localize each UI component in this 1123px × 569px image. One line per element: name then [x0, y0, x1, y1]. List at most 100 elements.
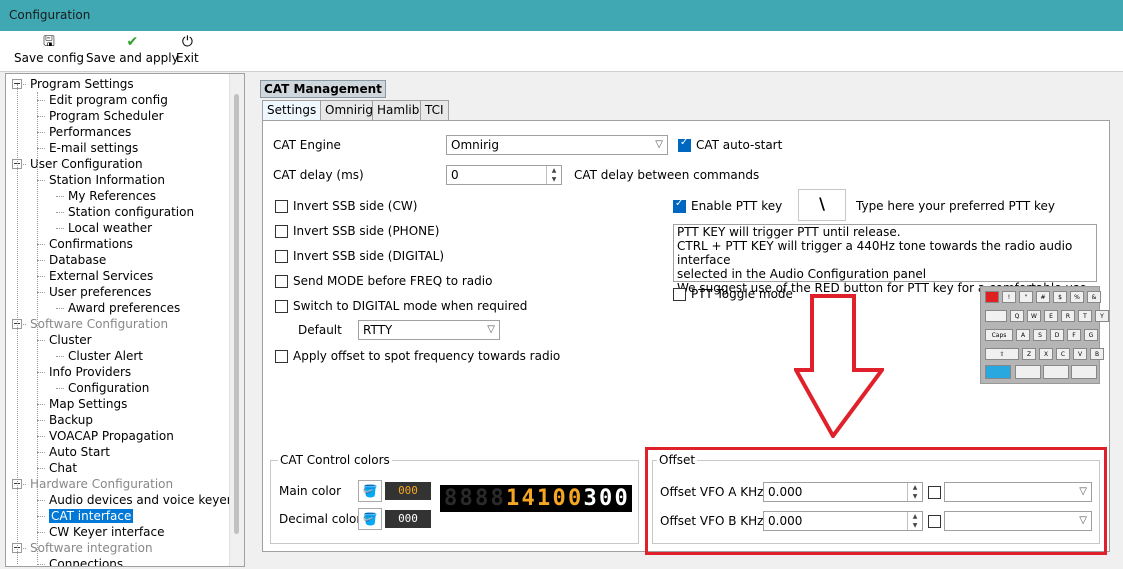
- switch-digital-checkbox[interactable]: [275, 300, 288, 313]
- keyboard-key: B: [1090, 348, 1104, 360]
- cat-autostart-label: CAT auto-start: [696, 138, 783, 152]
- tab-settings[interactable]: Settings: [262, 100, 322, 122]
- invert-ssb-phone-checkbox[interactable]: [275, 225, 288, 238]
- invert-ssb-phone-label: Invert SSB side (PHONE): [293, 224, 440, 238]
- cat-delay-input[interactable]: 0 ▲ ▼: [446, 165, 562, 185]
- save-config-button[interactable]: 🖫 Save config: [14, 33, 84, 65]
- save-icon: 🖫: [43, 34, 55, 50]
- ptt-toggle-checkbox[interactable]: [673, 288, 686, 301]
- tree-item[interactable]: Performances: [49, 124, 131, 140]
- switch-digital-label: Switch to DIGITAL mode when required: [293, 299, 528, 313]
- tree-scrollbar[interactable]: [229, 74, 244, 566]
- tree-item[interactable]: Program Settings: [30, 76, 134, 92]
- spinner-arrows-icon[interactable]: ▲ ▼: [546, 166, 561, 184]
- exit-button[interactable]: ⏻ Exit: [176, 33, 199, 65]
- display-digit: 1: [506, 486, 520, 511]
- keyboard-key: G: [1084, 329, 1098, 341]
- config-tree[interactable]: Program Settings Edit program config Progr…: [5, 73, 245, 567]
- keyboard-key: [985, 310, 1007, 322]
- decimal-color-label: Decimal color: [279, 512, 362, 526]
- tree-item[interactable]: User preferences: [49, 284, 151, 300]
- tree-item[interactable]: Audio devices and voice keyer: [49, 492, 232, 508]
- invert-ssb-digital-checkbox[interactable]: [275, 250, 288, 263]
- tree-item[interactable]: Edit program config: [49, 92, 168, 108]
- arrow-down-icon: [794, 294, 884, 438]
- send-mode-checkbox[interactable]: [275, 275, 288, 288]
- tree-item[interactable]: Connections: [49, 556, 123, 566]
- apply-offset-label: Apply offset to spot frequency towards r…: [293, 349, 561, 363]
- frequency-display: 888814100300: [440, 485, 632, 512]
- tree-item[interactable]: Info Providers: [49, 364, 131, 380]
- display-digit: 8: [444, 486, 458, 511]
- tree-item[interactable]: Map Settings: [49, 396, 127, 412]
- invert-ssb-cw-checkbox[interactable]: [275, 200, 288, 213]
- keyboard-key: T: [1078, 310, 1092, 322]
- title-bar: Configuration: [0, 0, 1123, 31]
- display-digit: 0: [599, 486, 613, 511]
- keyboard-key: ⇧: [985, 348, 1019, 360]
- tab-omnirig[interactable]: Omnirig: [320, 100, 378, 121]
- keyboard-key: &: [1087, 291, 1101, 303]
- tree-item[interactable]: External Services: [49, 268, 153, 284]
- tab-tci[interactable]: TCI: [420, 100, 449, 121]
- decimal-color-value: 000: [385, 510, 431, 528]
- tree-item[interactable]: Program Scheduler: [49, 108, 164, 124]
- tree-item[interactable]: Station Information: [49, 172, 165, 188]
- keyboard-key: R: [1061, 310, 1075, 322]
- tree-item[interactable]: Backup: [49, 412, 93, 428]
- tree-item[interactable]: Software Configuration: [30, 316, 168, 332]
- tree-item[interactable]: E-mail settings: [49, 140, 138, 156]
- main-color-value: 000: [385, 482, 431, 500]
- tree-item[interactable]: Cluster Alert: [68, 348, 143, 364]
- cat-delay-label: CAT delay (ms): [273, 168, 364, 182]
- tree-item[interactable]: VOACAP Propagation: [49, 428, 174, 444]
- keyboard-image: ! " # $% & Q W E R T Y Caps A S D F G ⇧ Z X C V B: [980, 286, 1109, 384]
- cat-engine-label: CAT Engine: [273, 138, 341, 152]
- paint-bucket-icon: 🪣: [362, 484, 378, 498]
- tree-item[interactable]: CW Keyer interface: [49, 524, 164, 540]
- enable-ptt-checkbox[interactable]: [673, 198, 686, 213]
- tree-item[interactable]: Cluster: [49, 332, 92, 348]
- cat-delay-hint: CAT delay between commands: [574, 168, 760, 182]
- tree-item[interactable]: Chat: [49, 460, 77, 476]
- tree-item[interactable]: Auto Start: [49, 444, 110, 460]
- keyboard-key: [1043, 365, 1069, 379]
- ptt-key-input[interactable]: \: [798, 189, 846, 221]
- keyboard-key: !: [1002, 291, 1016, 303]
- ptt-info-box: PTT KEY will trigger PTT until release. …: [673, 224, 1097, 295]
- chevron-down-icon: ▽: [655, 139, 663, 150]
- tree-item[interactable]: User Configuration: [30, 156, 143, 172]
- tree-item[interactable]: Configuration: [68, 380, 149, 396]
- display-digit: 3: [583, 486, 597, 511]
- keyboard-key: Z: [1022, 348, 1036, 360]
- apply-offset-checkbox[interactable]: [275, 350, 288, 363]
- keyboard-key: S: [1033, 329, 1047, 341]
- keyboard-key: W: [1027, 310, 1041, 322]
- cat-autostart-checkbox[interactable]: [678, 137, 691, 152]
- decimal-color-picker-button[interactable]: 🪣: [358, 508, 382, 530]
- tab-hamlib[interactable]: Hamlib: [372, 100, 425, 121]
- display-digit: 1: [537, 486, 551, 511]
- main-color-picker-button[interactable]: 🪣: [358, 480, 382, 502]
- main-color-label: Main color: [279, 484, 342, 498]
- default-label: Default: [298, 323, 342, 337]
- display-digit: 0: [552, 486, 566, 511]
- window-title: Configuration: [9, 8, 91, 22]
- tree-item[interactable]: Station configuration: [68, 204, 194, 220]
- tree-item[interactable]: Software integration: [30, 540, 153, 556]
- cat-engine-select[interactable]: Omnirig ▽: [446, 135, 668, 155]
- cat-colors-title: CAT Control colors: [278, 453, 392, 467]
- tree-item[interactable]: Database: [49, 252, 106, 268]
- tree-item[interactable]: CAT interface: [49, 508, 134, 524]
- default-mode-select[interactable]: RTTY ▽: [358, 320, 500, 340]
- highlight-box: [645, 447, 1107, 555]
- tree-item[interactable]: Hardware Configuration: [30, 476, 173, 492]
- tree-item[interactable]: Award preferences: [68, 300, 180, 316]
- keyboard-key: A: [1016, 329, 1030, 341]
- display-digit: 8: [475, 486, 489, 511]
- keyboard-key: C: [1056, 348, 1070, 360]
- tree-item[interactable]: Confirmations: [49, 236, 133, 252]
- tree-item[interactable]: My References: [68, 188, 156, 204]
- tree-item[interactable]: Local weather: [68, 220, 152, 236]
- save-and-apply-button[interactable]: ✔ Save and apply: [86, 33, 179, 65]
